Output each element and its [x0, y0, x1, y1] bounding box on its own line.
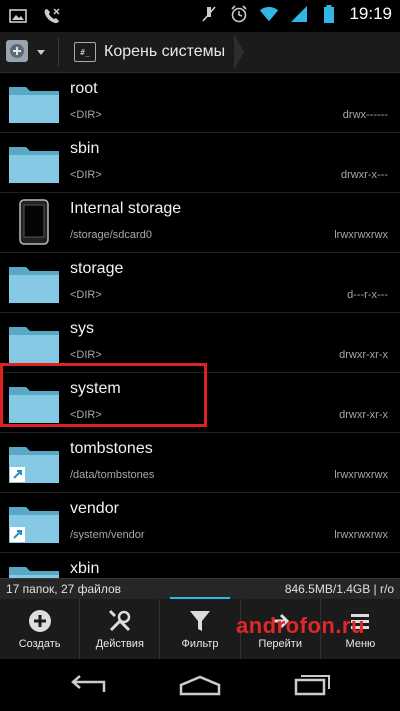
add-icon [27, 608, 53, 634]
phone-storage-icon [19, 199, 49, 245]
file-permissions: drwxr-xr-x [339, 409, 388, 421]
list-item[interactable]: system <DIR> drwxr-xr-x [0, 373, 400, 433]
breadcrumb-arrow [234, 34, 244, 70]
file-info: <DIR> [70, 289, 102, 301]
file-name: vendor [70, 500, 119, 517]
back-button[interactable] [66, 673, 110, 697]
folder-link-icon [9, 447, 59, 483]
file-permissions: lrwxrwxrwx [334, 469, 388, 481]
list-item[interactable]: vendor /system/vendor lrwxrwxrwx [0, 493, 400, 553]
clock: 19:19 [349, 4, 392, 23]
folder-link-icon [9, 507, 59, 543]
file-name: system [70, 380, 121, 397]
mute-icon [199, 4, 219, 24]
status-bar: 19:19 [0, 0, 400, 32]
file-permissions: lrwxrwxrwx [334, 529, 388, 541]
file-name: Internal storage [70, 200, 182, 217]
file-name: sys [70, 320, 94, 337]
filter-button[interactable]: Фильтр [160, 599, 241, 659]
info-bar: 17 папок, 27 файлов 846.5MB/1.4GB | r/o [0, 578, 400, 599]
file-name: xbin [70, 560, 100, 577]
app-spinner[interactable] [4, 36, 50, 68]
file-info: /storage/sdcard0 [70, 229, 152, 241]
file-permissions: drwxr-xr-x [339, 349, 388, 361]
watermark: androfon.ru [236, 613, 365, 638]
create-label: Создать [18, 638, 61, 650]
file-permissions: drwxr-x--- [340, 169, 388, 181]
file-info: /data/tombstones [70, 469, 155, 481]
file-name: root [70, 80, 98, 97]
file-info: <DIR> [70, 169, 102, 181]
home-button[interactable] [178, 673, 222, 697]
folder-icon [9, 387, 59, 423]
actions-button[interactable]: Действия [80, 599, 161, 659]
alarm-icon [229, 4, 249, 24]
file-permissions: lrwxrwxrwx [334, 229, 388, 241]
signal-icon [289, 4, 309, 24]
battery-icon [319, 4, 339, 24]
file-info: /system/vendor [70, 529, 145, 541]
list-item[interactable]: sbin <DIR> drwxr-x--- [0, 133, 400, 193]
folder-icon [9, 267, 59, 303]
folder-icon [9, 147, 59, 183]
breadcrumb[interactable]: #_ Корень системы [62, 34, 244, 70]
file-permissions: d---r-x--- [347, 289, 388, 301]
navigation-bar [0, 659, 400, 711]
folder-icon [9, 567, 59, 578]
file-name: sbin [70, 140, 100, 157]
file-name: tombstones [70, 440, 153, 457]
home-icon [179, 675, 221, 696]
file-list: root <DIR> drwx------ sbin <DIR> drwxr-x… [0, 73, 400, 578]
list-item[interactable]: xbin [0, 553, 400, 578]
list-item[interactable]: root <DIR> drwx------ [0, 73, 400, 133]
folder-icon [9, 87, 59, 123]
tools-icon [107, 608, 133, 634]
menu-label: Меню [345, 638, 376, 650]
filter-label: Фильтр [181, 638, 219, 650]
action-bar: #_ Корень системы [0, 32, 400, 73]
goto-label: Перейти [258, 638, 302, 650]
app-icon [6, 40, 28, 62]
divider [58, 38, 59, 66]
folder-count: 17 папок, 27 файлов [6, 582, 122, 596]
list-item[interactable]: tombstones /data/tombstones lrwxrwxrwx [0, 433, 400, 493]
recents-icon [294, 675, 330, 696]
file-name: storage [70, 260, 124, 277]
recents-button[interactable] [290, 673, 334, 697]
back-icon [71, 675, 106, 692]
breadcrumb-label: Корень системы [104, 43, 226, 60]
folder-icon [9, 327, 59, 363]
missed-call-icon [42, 6, 62, 26]
file-info: <DIR> [70, 349, 102, 361]
wifi-icon [259, 4, 279, 24]
list-item[interactable]: Internal storage /storage/sdcard0 lrwxrw… [0, 193, 400, 253]
file-info: <DIR> [70, 109, 102, 121]
actions-label: Действия [95, 638, 144, 650]
terminal-icon: #_ [74, 42, 96, 62]
gallery-icon [8, 6, 28, 26]
file-info: <DIR> [70, 409, 102, 421]
list-item[interactable]: sys <DIR> drwxr-xr-x [0, 313, 400, 373]
filter-icon [187, 608, 213, 634]
create-button[interactable]: Создать [0, 599, 81, 659]
chevron-down-icon [37, 50, 45, 55]
list-item[interactable]: storage <DIR> d---r-x--- [0, 253, 400, 313]
storage-info: 846.5MB/1.4GB | r/o [284, 582, 394, 596]
file-permissions: drwx------ [342, 109, 388, 121]
